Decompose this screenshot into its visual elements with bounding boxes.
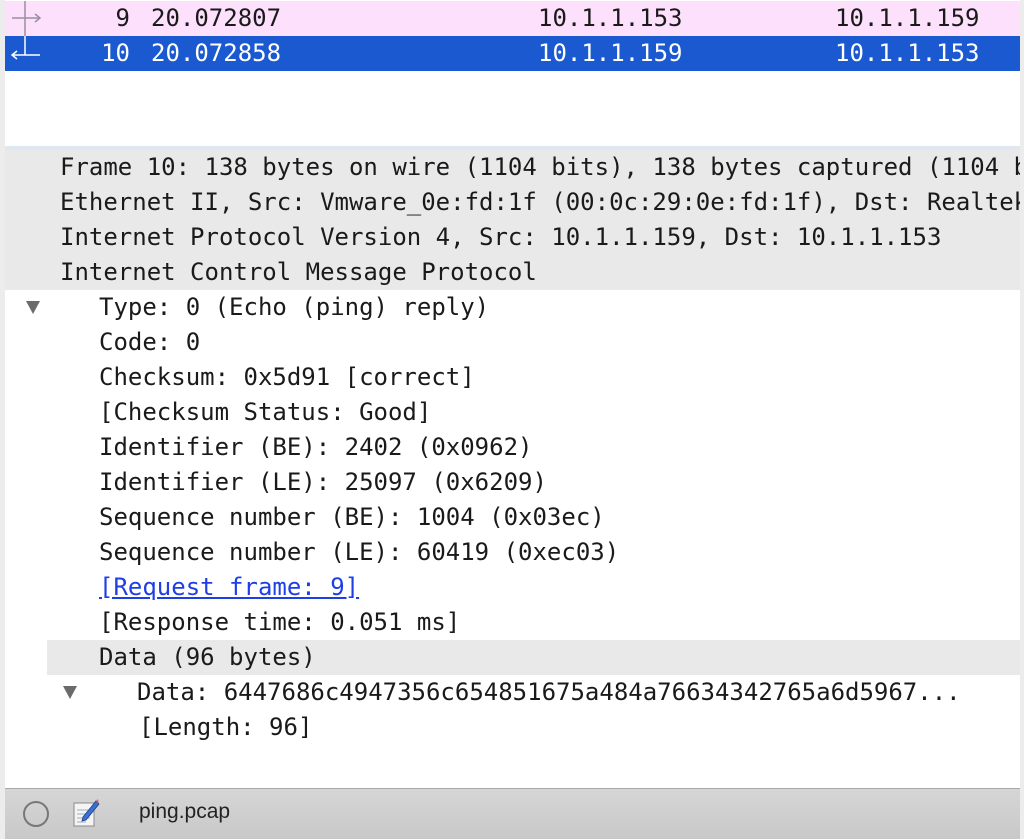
tree-item-label: Ethernet II, Src: Vmware_0e:fd:1f (00:0c… [60, 188, 1020, 216]
packet-time: 20.072858 [151, 39, 282, 67]
tree-item-field[interactable]: Code: 0 [5, 325, 1020, 360]
window-edge [1020, 0, 1024, 839]
tree-item-label: Frame 10: 138 bytes on wire (1104 bits),… [60, 153, 1020, 181]
tree-item-field[interactable]: [Response time: 0.051 ms] [5, 605, 1020, 640]
tree-item-field[interactable]: Type: 0 (Echo (ping) reply) [5, 290, 1020, 325]
tree-item-field[interactable]: Sequence number (LE): 60419 (0xec03) [5, 535, 1020, 570]
packet-destination: 10.1.1.153 [835, 39, 980, 67]
packet-source: 10.1.1.153 [538, 4, 683, 32]
tree-item-label: Internet Control Message Protocol [60, 258, 537, 286]
field-sequence-be: Sequence number (BE): 1004 (0x03ec) [99, 503, 605, 531]
tree-item-label: Data (96 bytes) [99, 643, 316, 671]
field-identifier-le: Identifier (LE): 25097 (0x6209) [99, 468, 547, 496]
packet-row[interactable]: 9 20.072807 10.1.1.153 10.1.1.159 [5, 1, 1020, 36]
edit-comment-icon[interactable] [72, 798, 100, 828]
packet-destination: 10.1.1.159 [835, 4, 980, 32]
tree-item-field[interactable]: [Request frame: 9] [5, 570, 1020, 605]
packet-number: 10 [101, 39, 130, 67]
field-data-length: [Length: 96] [139, 713, 313, 741]
request-frame-link[interactable]: [Request frame: 9] [99, 570, 359, 605]
tree-item-field[interactable]: Identifier (BE): 2402 (0x0962) [5, 430, 1020, 465]
tree-item-icmp[interactable]: Internet Control Message Protocol [5, 255, 1020, 314]
tree-item-label: Internet Protocol Version 4, Src: 10.1.1… [60, 223, 942, 251]
field-data-bytes: Data: 6447686c4947356c654851675a484a7663… [137, 678, 961, 706]
field-sequence-le: Sequence number (LE): 60419 (0xec03) [99, 538, 620, 566]
capture-status-icon[interactable] [23, 801, 49, 827]
field-checksum-status: [Checksum Status: Good] [99, 398, 432, 426]
tree-item-field[interactable]: Identifier (LE): 25097 (0x6209) [5, 465, 1020, 500]
tree-item-ethernet[interactable]: Ethernet II, Src: Vmware_0e:fd:1f (00:0c… [5, 185, 1020, 244]
packet-row-selected[interactable]: 10 20.072858 10.1.1.159 10.1.1.153 [5, 36, 1020, 71]
status-bar: ping.pcap [5, 788, 1020, 839]
field-identifier-be: Identifier (BE): 2402 (0x0962) [99, 433, 533, 461]
packet-list[interactable]: 9 20.072807 10.1.1.153 10.1.1.159 10 20.… [5, 0, 1020, 147]
packet-time: 20.072807 [151, 4, 282, 32]
tree-item-field[interactable]: [Length: 96] [5, 710, 1020, 745]
tree-item-ip[interactable]: Internet Protocol Version 4, Src: 10.1.1… [5, 220, 1020, 279]
packet-details[interactable]: Frame 10: 138 bytes on wire (1104 bits),… [5, 150, 1020, 788]
field-type: Type: 0 (Echo (ping) reply) [99, 293, 490, 321]
tree-item-frame[interactable]: Frame 10: 138 bytes on wire (1104 bits),… [5, 150, 1020, 209]
tree-item-field[interactable]: Checksum: 0x5d91 [correct] [5, 360, 1020, 395]
field-response-time: [Response time: 0.051 ms] [99, 608, 461, 636]
field-code: Code: 0 [99, 328, 201, 356]
packet-number: 9 [115, 4, 130, 32]
packet-source: 10.1.1.159 [538, 39, 683, 67]
tree-item-field[interactable]: Sequence number (BE): 1004 (0x03ec) [5, 500, 1020, 535]
tree-item-data[interactable]: Data (96 bytes) [47, 640, 1020, 699]
capture-filename: ping.pcap [139, 800, 231, 823]
tree-item-field[interactable]: Data: 6447686c4947356c654851675a484a7663… [5, 675, 1020, 710]
field-checksum: Checksum: 0x5d91 [correct] [99, 363, 475, 391]
tree-item-field[interactable]: [Checksum Status: Good] [5, 395, 1020, 430]
wireshark-window: 9 20.072807 10.1.1.153 10.1.1.159 10 20.… [5, 0, 1020, 839]
